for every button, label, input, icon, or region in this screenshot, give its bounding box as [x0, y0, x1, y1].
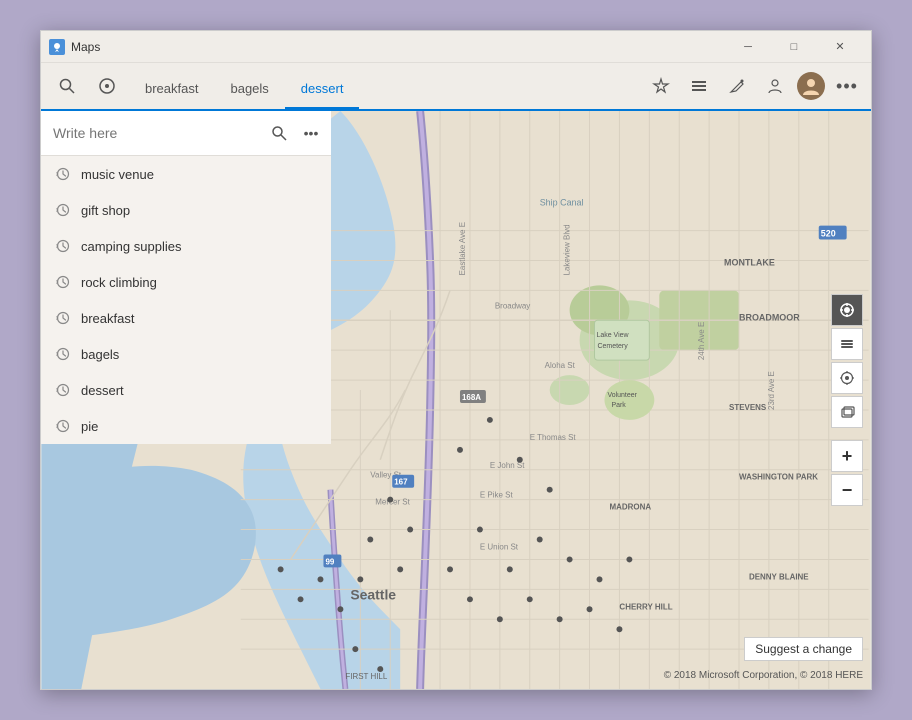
history-icon-2	[55, 202, 71, 218]
suggestion-text-3: camping supplies	[81, 239, 181, 254]
history-icon-8	[55, 418, 71, 434]
toolbar: breakfast bagels dessert	[41, 63, 871, 111]
directions-toolbar-icon[interactable]	[89, 68, 125, 104]
suggestion-text-8: pie	[81, 419, 98, 434]
suggestion-text-6: bagels	[81, 347, 119, 362]
history-icon-6	[55, 346, 71, 362]
search-input[interactable]	[53, 125, 259, 141]
close-button[interactable]: ✕	[817, 31, 863, 63]
suggestion-text-7: dessert	[81, 383, 124, 398]
search-input-row: •••	[41, 111, 331, 156]
svg-text:520: 520	[821, 229, 836, 239]
minimize-button[interactable]: ─	[725, 31, 771, 63]
svg-text:Broadway: Broadway	[495, 301, 530, 310]
favorites-icon[interactable]	[645, 70, 677, 102]
user-avatar[interactable]	[797, 72, 825, 100]
title-bar: Maps ─ □ ✕	[41, 31, 871, 63]
svg-text:E Thomas St: E Thomas St	[530, 433, 577, 442]
svg-text:Park: Park	[611, 402, 626, 409]
svg-text:Volunteer: Volunteer	[607, 392, 637, 399]
tab-dessert[interactable]: dessert	[285, 69, 360, 109]
svg-text:167: 167	[394, 478, 408, 487]
search-panel: ••• music venue	[41, 111, 331, 444]
ink-icon[interactable]	[721, 70, 753, 102]
svg-text:Cemetery: Cemetery	[598, 343, 629, 350]
svg-text:BROADMOOR: BROADMOOR	[739, 312, 800, 322]
svg-text:WASHINGTON PARK: WASHINGTON PARK	[739, 473, 818, 482]
zoom-in-button[interactable]: +	[831, 440, 863, 472]
svg-text:Seattle: Seattle	[350, 586, 396, 602]
gps-button[interactable]	[831, 362, 863, 394]
svg-text:CHERRY HILL: CHERRY HILL	[619, 602, 672, 611]
search-more-icon[interactable]: •••	[299, 121, 323, 145]
layers-button[interactable]	[831, 328, 863, 360]
account-icon[interactable]	[759, 70, 791, 102]
tab-bagels[interactable]: bagels	[214, 69, 284, 109]
suggestion-text-2: gift shop	[81, 203, 130, 218]
svg-text:E Union St: E Union St	[480, 542, 519, 551]
suggestion-text-5: breakfast	[81, 311, 134, 326]
suggestion-music-venue[interactable]: music venue	[41, 156, 331, 192]
more-options-icon[interactable]: •••	[831, 70, 863, 102]
svg-text:MADRONA: MADRONA	[609, 503, 651, 512]
suggestion-bagels[interactable]: bagels	[41, 336, 331, 372]
svg-text:STEVENS: STEVENS	[729, 403, 766, 412]
search-submit-icon[interactable]	[265, 119, 293, 147]
search-toolbar-icon[interactable]	[49, 68, 85, 104]
app-icon	[49, 39, 65, 55]
history-icon-3	[55, 238, 71, 254]
search-tabs: breakfast bagels dessert	[129, 63, 641, 109]
tab-breakfast[interactable]: breakfast	[129, 69, 214, 109]
suggestion-camping[interactable]: camping supplies	[41, 228, 331, 264]
history-icon	[55, 166, 71, 182]
3d-button[interactable]	[831, 396, 863, 428]
svg-text:99: 99	[325, 557, 334, 566]
zoom-out-button[interactable]: −	[831, 474, 863, 506]
app-window: Maps ─ □ ✕ breakfast bagels	[40, 30, 872, 690]
window-title: Maps	[71, 40, 725, 54]
suggestion-rock-climbing[interactable]: rock climbing	[41, 264, 331, 300]
svg-text:Lake View: Lake View	[597, 332, 630, 339]
svg-text:168A: 168A	[462, 393, 481, 402]
svg-text:MONTLAKE: MONTLAKE	[724, 257, 775, 267]
svg-text:Ship Canal: Ship Canal	[540, 198, 584, 208]
svg-text:Lakeview Blvd: Lakeview Blvd	[563, 224, 572, 275]
suggestion-gift-shop[interactable]: gift shop	[41, 192, 331, 228]
svg-text:23rd Ave E: 23rd Ave E	[767, 371, 776, 410]
svg-text:Aloha St: Aloha St	[545, 361, 576, 370]
svg-text:E Pike St: E Pike St	[480, 491, 514, 500]
suggest-change-button[interactable]: Suggest a change	[744, 637, 863, 661]
svg-text:24th Ave E: 24th Ave E	[697, 322, 706, 360]
suggestions-list: music venue gift shop	[41, 156, 331, 444]
suggestion-pie[interactable]: pie	[41, 408, 331, 444]
maximize-button[interactable]: □	[771, 31, 817, 63]
history-icon-4	[55, 274, 71, 290]
suggestion-text: music venue	[81, 167, 154, 182]
svg-text:DENNY BLAINE: DENNY BLAINE	[749, 572, 809, 581]
map-controls: + −	[831, 294, 863, 506]
svg-text:Eastlake Ave E: Eastlake Ave E	[458, 222, 467, 275]
collections-icon[interactable]	[683, 70, 715, 102]
toolbar-right: •••	[645, 70, 863, 102]
window-controls: ─ □ ✕	[725, 31, 863, 63]
map-container[interactable]: Eastlake Ave E Lakeview Blvd 24th Ave E …	[41, 111, 871, 689]
suggestion-dessert[interactable]: dessert	[41, 372, 331, 408]
location-button[interactable]	[831, 294, 863, 326]
history-icon-5	[55, 310, 71, 326]
map-copyright: © 2018 Microsoft Corporation, © 2018 HER…	[664, 670, 863, 681]
suggestion-text-4: rock climbing	[81, 275, 157, 290]
svg-text:FIRST HILL: FIRST HILL	[345, 672, 387, 681]
suggestion-breakfast[interactable]: breakfast	[41, 300, 331, 336]
history-icon-7	[55, 382, 71, 398]
